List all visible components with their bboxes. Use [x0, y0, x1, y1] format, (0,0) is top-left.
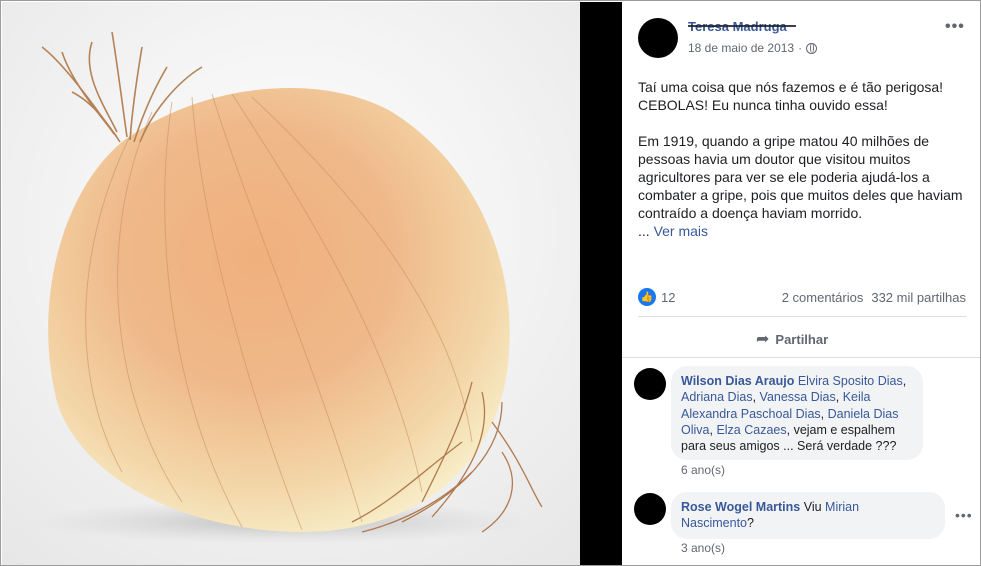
tagged-user[interactable]: Elvira Sposito Dias — [798, 374, 903, 388]
comment-time[interactable]: 3 ano(s) — [681, 541, 725, 555]
share-icon: ➦ — [756, 331, 770, 348]
post-text-paragraph: Em 1919, quando a gripe matou 40 milhões… — [638, 133, 963, 221]
comment-text: , — [820, 406, 828, 421]
post-text-line2: CEBOLAS! Eu nunca tinha ouvido essa! — [638, 97, 888, 113]
post-date[interactable]: 18 de maio de 2013 · — [688, 41, 818, 55]
comment-text: , — [835, 390, 843, 405]
ellipsis-icon[interactable]: ••• — [945, 18, 965, 36]
divider — [638, 316, 966, 317]
share-button[interactable]: ➦ Partilhar — [756, 329, 828, 349]
comment-time[interactable]: 6 ano(s) — [681, 463, 725, 477]
post-photo[interactable] — [2, 2, 580, 565]
like-icon[interactable]: 👍 — [638, 288, 656, 306]
tagged-user[interactable]: Vanessa Dias — [760, 390, 836, 404]
commenter-avatar[interactable] — [634, 493, 666, 525]
commenter-avatar[interactable] — [634, 368, 666, 400]
facebook-post: Teresa Madruga 18 de maio de 2013 · ••• … — [622, 2, 980, 565]
shares-count[interactable]: 332 mil partilhas — [871, 290, 966, 305]
screenshot-frame: Teresa Madruga 18 de maio de 2013 · ••• … — [0, 0, 981, 566]
share-label: Partilhar — [775, 331, 829, 347]
comment-text: , — [752, 390, 760, 405]
post-text-ellipsis: ... — [638, 223, 650, 239]
commenter-name[interactable]: Wilson Dias Araujo — [681, 374, 794, 388]
post-date-text[interactable]: 18 de maio de 2013 — [688, 41, 794, 55]
comment-text: ? — [747, 516, 754, 531]
see-more-link[interactable]: Ver mais — [654, 223, 708, 239]
comment-bubble: Rose Wogel Martins Viu Mirian Nascimento… — [671, 492, 945, 539]
tagged-user[interactable]: Adriana Dias — [681, 390, 753, 404]
post-text-line1: Taí uma coisa que nós fazemos e é tão pe… — [638, 79, 944, 95]
tagged-user[interactable]: Elza Cazaes — [716, 423, 786, 437]
black-divider — [580, 2, 622, 565]
comment-bubble: Wilson Dias Araujo Elvira Sposito Dias, … — [671, 366, 923, 460]
author-strikethrough — [688, 25, 796, 27]
comment-options-icon[interactable]: ••• — [955, 507, 973, 523]
comment-text: Viu — [803, 500, 822, 514]
comments-count[interactable]: 2 comentários — [782, 290, 864, 305]
like-count[interactable]: 12 — [661, 290, 675, 305]
commenter-name[interactable]: Rose Wogel Martins — [681, 500, 800, 514]
author-avatar[interactable] — [638, 18, 678, 58]
comment-text: , — [902, 374, 907, 388]
post-text: Taí uma coisa que nós fazemos e é tão pe… — [638, 78, 968, 240]
globe-icon — [806, 42, 818, 54]
onion-image — [2, 2, 580, 565]
divider — [622, 357, 980, 358]
post-stats: 👍 12 2 comentários 332 mil partilhas — [638, 288, 966, 306]
